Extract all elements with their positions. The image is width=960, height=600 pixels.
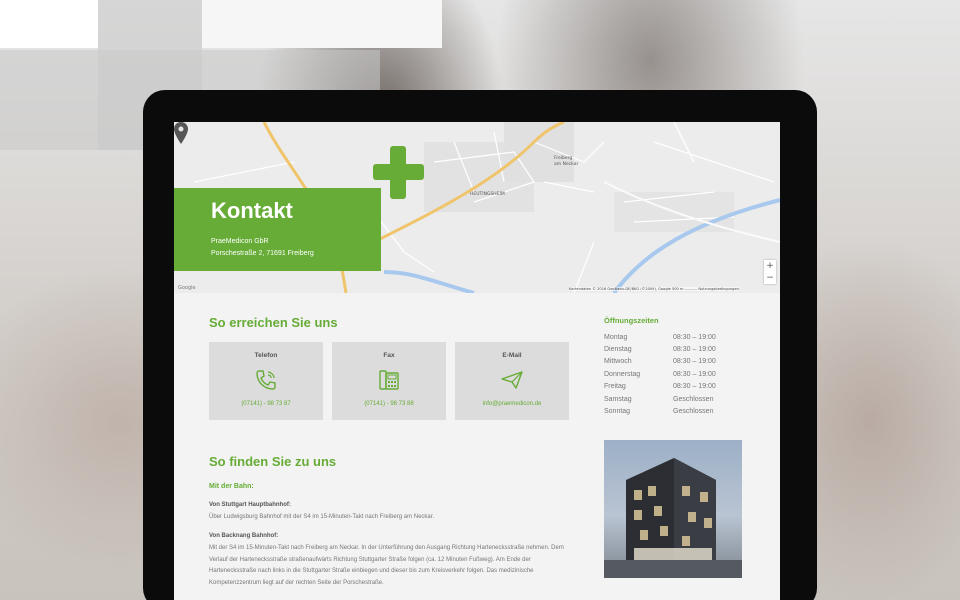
hours-day: Mittwoch [604,358,632,365]
email-link[interactable]: info@praemedicon.de [455,401,569,407]
opening-hours-title: Öffnungszeiten [604,316,659,325]
map-place-freiberg-2: am Neckar [554,162,579,167]
hours-row: Samstag Geschlossen [604,396,744,403]
from-backnang-heading: Von Backnang Bahnhof: [209,533,279,539]
directions-heading: So finden Sie zu uns [209,454,337,469]
map-attribution[interactable]: Kartendaten © 2016 GeoBasis-DE/BKG (©200… [569,287,739,291]
background-light-block [202,0,442,48]
kontakt-box: Kontakt PraeMedicon GbR Porschestraße 2,… [174,188,381,271]
company-name: PraeMedicon GbR [211,238,269,245]
fax-number: (07141) - 98 73 88 [364,401,414,407]
page-title: Kontakt [211,198,293,223]
hours-day: Dienstag [604,346,632,353]
map-place-heutingsheim: HEUTINGSHEIM [470,192,505,197]
map-zoom-out-button[interactable]: − [764,272,776,284]
reach-heading: So erreichen Sie uns [209,315,338,330]
map-google-logo: Google [178,285,196,291]
by-train-label: Mit der Bahn: [209,483,254,490]
background-white-block [0,0,98,48]
map-zoom-in-button[interactable]: + [764,260,776,272]
phone-icon [256,370,276,390]
map[interactable]: Freiberg am Neckar HEUTINGSHEIM + − Goog… [174,122,780,293]
hours-day: Donnerstag [604,371,641,378]
from-stuttgart-text: Über Ludwigsburg Bahnhof mit der S4 im 1… [209,514,435,520]
laptop-screen: Freiberg am Neckar HEUTINGSHEIM + − Goog… [174,122,780,600]
card-title: Telefon [254,352,278,359]
from-stuttgart-heading: Von Stuttgart Hauptbahnhof: [209,502,291,508]
map-zoom-control[interactable]: + − [764,260,776,284]
hours-day: Samstag [604,396,632,403]
hours-row: Sonntag Geschlossen [604,408,744,415]
hours-row: Montag 08:30 – 19:00 [604,334,744,341]
hours-day: Montag [604,334,628,341]
building-photo [604,440,742,578]
card-title: E-Mail [502,352,522,359]
contact-card-phone[interactable]: Telefon (07141) - 98 73 87 [209,342,323,420]
hours-time: 08:30 – 19:00 [673,358,716,365]
contact-card-email[interactable]: E-Mail info@praemedicon.de [455,342,569,420]
hours-time: Geschlossen [673,396,714,403]
logo-plus-icon-bar [373,164,424,180]
hours-time: 08:30 – 19:00 [673,371,716,378]
company-address: Porschestraße 2, 71691 Freiberg [211,250,314,257]
hours-row: Donnerstag 08:30 – 19:00 [604,371,744,378]
map-pin-icon[interactable] [174,122,188,144]
from-backnang-text: Mit der S4 im 15-Minuten-Takt nach Freib… [209,545,564,586]
hours-row: Mittwoch 08:30 – 19:00 [604,358,744,365]
fax-icon [379,370,399,390]
hours-time: Geschlossen [673,408,714,415]
card-title: Fax [383,352,395,359]
phone-number-link[interactable]: (07141) - 98 73 87 [209,401,323,407]
hours-row: Dienstag 08:30 – 19:00 [604,346,744,353]
contact-card-fax[interactable]: Fax (07141) - 98 73 88 [332,342,446,420]
hours-row: Freitag 08:30 – 19:00 [604,383,744,390]
paper-plane-icon [501,371,523,389]
hours-time: 08:30 – 19:00 [673,346,716,353]
map-place-freiberg: Freiberg [554,156,573,161]
hours-day: Freitag [604,383,626,390]
hours-time: 08:30 – 19:00 [673,334,716,341]
hours-time: 08:30 – 19:00 [673,383,716,390]
hours-day: Sonntag [604,408,631,415]
